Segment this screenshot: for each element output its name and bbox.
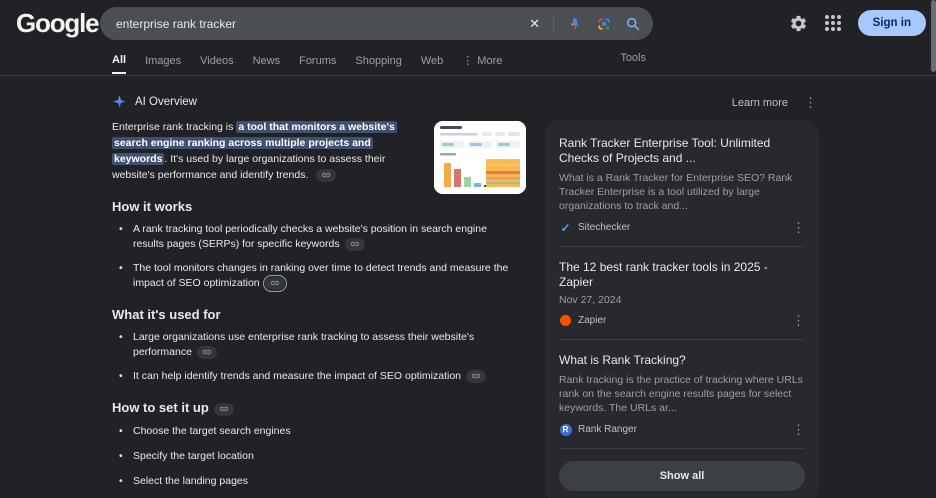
bullet-text: Select the landing pages xyxy=(133,474,249,487)
link-icon xyxy=(270,280,279,286)
tab-more-label: More xyxy=(477,54,503,67)
sitechecker-favicon-icon: ✓ xyxy=(560,220,571,235)
search-divider xyxy=(553,15,554,32)
rank-ranger-favicon-icon: R xyxy=(559,423,572,436)
tab-images[interactable]: Images xyxy=(145,55,181,73)
panel-divider xyxy=(559,448,805,449)
citation-chip[interactable] xyxy=(466,369,487,383)
list-item: The tool monitors changes in ranking ove… xyxy=(112,261,512,292)
sign-in-button[interactable]: Sign in xyxy=(857,10,926,36)
tab-videos[interactable]: Videos xyxy=(200,55,233,73)
citation-chip-focused[interactable] xyxy=(262,274,288,292)
zapier-favicon-icon xyxy=(559,314,572,327)
link-icon xyxy=(219,406,228,412)
more-vertical-icon: ⋮ xyxy=(462,55,474,67)
link-icon xyxy=(322,172,331,178)
ai-sparkle-icon xyxy=(113,95,126,108)
list-item: A rank tracking tool periodically checks… xyxy=(112,222,512,252)
bullet-text: Choose the target search engines xyxy=(133,424,291,437)
source-card[interactable]: The 12 best rank tracker tools in 2025 -… xyxy=(559,257,805,336)
show-all-button[interactable]: Show all xyxy=(559,461,805,491)
bullet-text: The tool monitors changes in ranking ove… xyxy=(133,262,509,289)
clear-search-icon[interactable]: ✕ xyxy=(529,16,540,32)
panel-divider xyxy=(559,246,805,247)
ai-overview-label: AI Overview xyxy=(135,95,197,108)
source-description: What is a Rank Tracker for Enterprise SE… xyxy=(559,172,793,212)
section-heading: What it's used for xyxy=(112,307,221,322)
google-logo[interactable]: Google xyxy=(16,8,100,39)
bullet-text: It can help identify trends and measure … xyxy=(133,370,462,382)
overview-more-icon[interactable]: ⋮ xyxy=(804,96,817,109)
card-more-icon[interactable]: ⋮ xyxy=(792,221,805,234)
list-item: Specify the target location xyxy=(112,449,512,464)
google-lens-icon[interactable] xyxy=(596,16,612,32)
source-card[interactable]: Rank Tracker Enterprise Tool: Unlimited … xyxy=(559,133,805,243)
link-icon xyxy=(202,349,212,355)
panel-divider xyxy=(559,339,805,340)
source-title[interactable]: What is Rank Tracking? xyxy=(559,353,805,368)
section-heading: How it works xyxy=(112,199,193,214)
section-how-to-set-it-up: How to set it up Choose the target searc… xyxy=(112,400,526,498)
citation-chip[interactable] xyxy=(344,237,365,251)
learn-more-link[interactable]: Learn more xyxy=(732,97,788,109)
tab-web[interactable]: Web xyxy=(421,55,443,73)
bullet-text: Large organizations use enterprise rank … xyxy=(133,331,475,358)
citation-chip[interactable] xyxy=(316,168,337,182)
source-title[interactable]: Rank Tracker Enterprise Tool: Unlimited … xyxy=(559,136,805,166)
source-description: Rank tracking is the practice of trackin… xyxy=(559,374,803,414)
tools-button[interactable]: Tools xyxy=(620,52,646,70)
section-heading: How to set it up xyxy=(112,400,209,415)
list-item: Select the landing pages xyxy=(112,474,512,489)
ai-overview-section: AI Overview Enterprise rank tracking is … xyxy=(112,94,526,498)
source-name: Rank Ranger xyxy=(578,424,637,435)
section-what-its-used-for: What it's used for Large organizations u… xyxy=(112,307,526,384)
ai-overview-paragraph: Enterprise rank tracking is a tool that … xyxy=(112,119,526,194)
voice-search-icon[interactable] xyxy=(567,16,583,32)
tab-shopping[interactable]: Shopping xyxy=(355,55,402,73)
sources-panel: Rank Tracker Enterprise Tool: Unlimited … xyxy=(545,120,819,498)
search-input[interactable] xyxy=(116,16,530,31)
sources-panel-column: Learn more ⋮ Rank Tracker Enterprise Too… xyxy=(545,96,819,498)
source-date: Nov 27, 2024 xyxy=(559,294,622,306)
google-apps-icon[interactable] xyxy=(824,15,841,31)
source-name: Zapier xyxy=(578,315,607,326)
source-title[interactable]: The 12 best rank tracker tools in 2025 -… xyxy=(559,260,805,290)
link-icon xyxy=(350,241,359,247)
card-more-icon[interactable]: ⋮ xyxy=(792,423,805,436)
list-item: It can help identify trends and measure … xyxy=(112,369,512,384)
link-icon xyxy=(471,373,481,379)
search-bar[interactable]: ✕ xyxy=(100,7,653,40)
list-item: Choose the target search engines xyxy=(112,424,512,439)
dashboard-thumbnail-image[interactable] xyxy=(434,121,526,194)
tab-forums[interactable]: Forums xyxy=(299,55,336,73)
bullet-text: Specify the target location xyxy=(133,449,254,462)
tab-more[interactable]: ⋮ More xyxy=(462,54,502,73)
header-divider xyxy=(0,75,936,76)
paragraph-intro: Enterprise rank tracking is xyxy=(112,121,237,133)
citation-chip[interactable] xyxy=(196,345,217,359)
source-name: Sitechecker xyxy=(578,222,631,233)
citation-chip[interactable] xyxy=(213,402,234,416)
card-more-icon[interactable]: ⋮ xyxy=(792,314,805,327)
scrollbar-thumb[interactable] xyxy=(931,0,936,72)
section-how-it-works: How it works A rank tracking tool period… xyxy=(112,199,526,292)
list-item: Large organizations use enterprise rank … xyxy=(112,330,512,360)
tab-all[interactable]: All xyxy=(112,54,127,74)
settings-gear-icon[interactable] xyxy=(789,14,808,33)
source-card[interactable]: What is Rank Tracking? Rank tracking is … xyxy=(559,350,805,445)
bullet-text: A rank tracking tool periodically checks… xyxy=(133,223,487,250)
tab-news[interactable]: News xyxy=(253,55,281,73)
search-icon[interactable] xyxy=(625,16,641,32)
